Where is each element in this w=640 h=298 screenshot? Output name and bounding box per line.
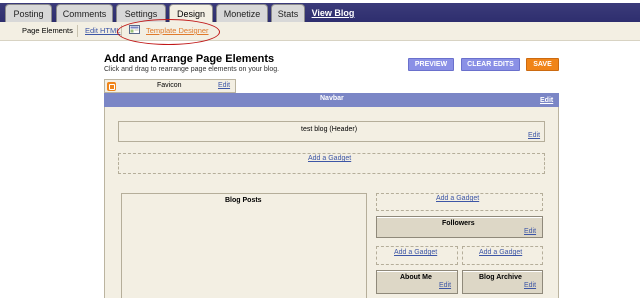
followers-label: Followers: [442, 220, 475, 227]
add-gadget-link[interactable]: Add a Gadget: [436, 195, 479, 202]
preview-button[interactable]: PREVIEW: [408, 58, 454, 71]
tab-monetize[interactable]: Monetize: [216, 4, 268, 22]
tab-stats[interactable]: Stats: [271, 4, 305, 22]
add-gadget-box-right-column[interactable]: Add a Gadget: [462, 246, 543, 265]
page-subtitle: Click and drag to rearrange page element…: [104, 66, 280, 73]
blog-archive-widget[interactable]: Blog Archive Edit: [462, 270, 543, 294]
add-gadget-box-sidebar[interactable]: Add a Gadget: [376, 193, 543, 211]
tab-comments[interactable]: Comments: [56, 4, 113, 22]
save-button[interactable]: SAVE: [526, 58, 559, 71]
about-me-label: About Me: [400, 274, 432, 281]
about-me-edit-link[interactable]: Edit: [439, 282, 451, 289]
navbar-label: Navbar: [320, 95, 344, 102]
subnav-page-elements[interactable]: Page Elements: [22, 26, 73, 35]
highlight-oval: [117, 19, 220, 45]
navbar-widget[interactable]: Navbar: [104, 93, 559, 107]
blogger-icon: [107, 82, 116, 91]
tab-posting[interactable]: Posting: [5, 4, 52, 22]
header-widget[interactable]: test blog (Header) Edit: [118, 121, 545, 142]
clear-edits-button[interactable]: CLEAR EDITS: [461, 58, 520, 71]
add-gadget-box-header[interactable]: Add a Gadget: [118, 153, 545, 174]
design-subnav: Page Elements Edit HTML Template Designe…: [0, 22, 640, 41]
followers-edit-link[interactable]: Edit: [524, 228, 536, 235]
page-title: Add and Arrange Page Elements: [104, 53, 275, 65]
about-me-widget[interactable]: About Me Edit: [376, 270, 458, 294]
header-edit-link[interactable]: Edit: [528, 132, 540, 139]
blog-archive-label: Blog Archive: [479, 274, 522, 281]
view-blog-link[interactable]: View Blog: [309, 4, 357, 22]
favicon-edit-link[interactable]: Edit: [218, 82, 230, 89]
navbar-edit-link[interactable]: Edit: [540, 97, 553, 104]
subnav-divider: [77, 25, 78, 37]
add-gadget-link[interactable]: Add a Gadget: [479, 249, 522, 256]
favicon-label: Favicon: [157, 82, 182, 89]
add-gadget-link[interactable]: Add a Gadget: [394, 249, 437, 256]
subnav-edit-html[interactable]: Edit HTML: [85, 26, 120, 35]
add-gadget-link[interactable]: Add a Gadget: [308, 155, 351, 162]
add-gadget-box-left-column[interactable]: Add a Gadget: [376, 246, 458, 265]
blog-posts-widget[interactable]: Blog Posts: [121, 193, 367, 298]
header-widget-label: test blog (Header): [301, 126, 358, 133]
blog-archive-edit-link[interactable]: Edit: [524, 282, 536, 289]
blog-posts-label: Blog Posts: [225, 197, 262, 204]
followers-widget[interactable]: Followers Edit: [376, 216, 543, 238]
favicon-widget: Favicon Edit: [104, 79, 236, 93]
